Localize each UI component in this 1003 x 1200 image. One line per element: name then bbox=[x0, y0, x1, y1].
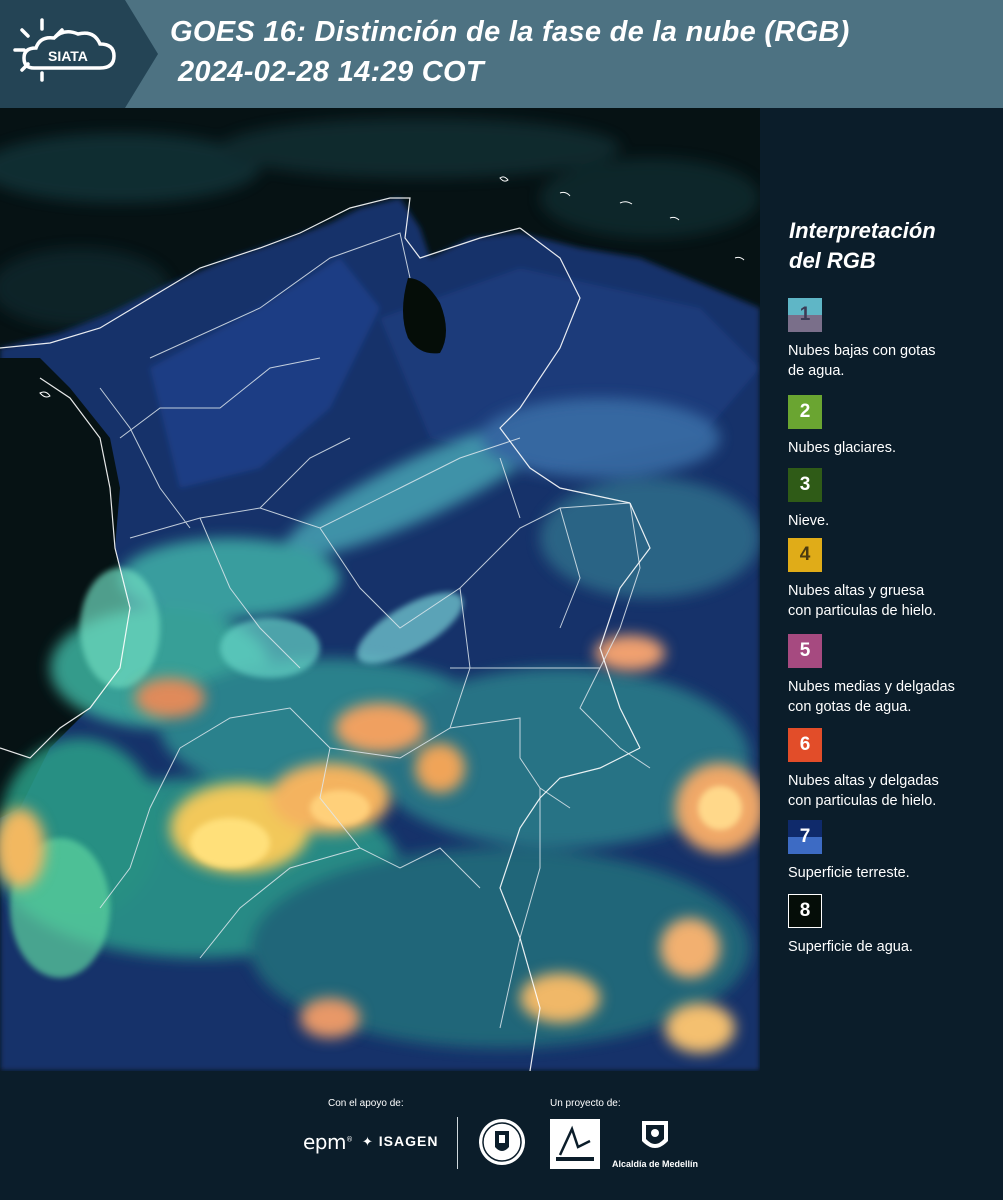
legend-label-5: Nubes medias y delgadas con gotas de agu… bbox=[788, 677, 998, 717]
legend-swatch-7: 7 bbox=[788, 820, 822, 854]
legend-title: Interpretación del RGB bbox=[789, 216, 989, 276]
page-title: GOES 16: Distinción de la fase de la nub… bbox=[170, 16, 850, 48]
epm-logo: epm® bbox=[303, 1130, 353, 1154]
legend-swatch-5: 5 bbox=[788, 634, 822, 668]
legend-number-2: 2 bbox=[799, 401, 811, 422]
legend-label-4: Nubes altas y gruesa con particulas de h… bbox=[788, 581, 998, 621]
legend-title-line1: Interpretación bbox=[789, 218, 936, 243]
legend-swatch-4: 4 bbox=[788, 538, 822, 572]
legend-swatch-8: 8 bbox=[788, 894, 822, 928]
legend-label-8-line1: Superficie de agua. bbox=[788, 939, 913, 955]
legend-label-1: Nubes bajas con gotas de agua. bbox=[788, 341, 998, 381]
legend-item-3: 3 Nieve. bbox=[788, 468, 998, 531]
legend-item-7: 7 Superficie terreste. bbox=[788, 820, 998, 883]
legend-swatch-3: 3 bbox=[788, 468, 822, 502]
legend-label-7: Superficie terreste. bbox=[788, 863, 998, 883]
legend-title-line2: del RGB bbox=[789, 248, 876, 273]
support-label: Con el apoyo de: bbox=[328, 1098, 404, 1109]
legend-label-6-line2: con particulas de hielo. bbox=[788, 793, 937, 809]
legend-label-1-line1: Nubes bajas con gotas bbox=[788, 343, 936, 359]
legend-label-2: Nubes glaciares. bbox=[788, 438, 998, 458]
legend-swatch-6: 6 bbox=[788, 728, 822, 762]
legend-number-7: 7 bbox=[799, 826, 811, 847]
legend-item-5: 5 Nubes medias y delgadas con gotas de a… bbox=[788, 634, 998, 717]
siata-logo: SIATA bbox=[0, 0, 158, 108]
footer: Con el apoyo de: Un proyecto de: epm® ✦ … bbox=[0, 1071, 1003, 1200]
satellite-map[interactable] bbox=[0, 108, 760, 1071]
legend-label-4-line1: Nubes altas y gruesa bbox=[788, 583, 925, 599]
legend-panel: Interpretación del RGB 1 Nubes bajas con… bbox=[760, 108, 1003, 1071]
timestamp-title: 2024-02-28 14:29 COT bbox=[178, 56, 484, 88]
legend-label-3: Nieve. bbox=[788, 511, 998, 531]
epm-logo-text: epm bbox=[303, 1130, 346, 1154]
legend-label-6-line1: Nubes altas y delgadas bbox=[788, 773, 939, 789]
legend-swatch-2: 2 bbox=[788, 395, 822, 429]
legend-number-4: 4 bbox=[799, 544, 811, 565]
legend-label-1-line2: de agua. bbox=[788, 363, 845, 379]
legend-swatch-1: 1 bbox=[788, 298, 822, 332]
legend-item-4: 4 Nubes altas y gruesa con particulas de… bbox=[788, 538, 998, 621]
legend-number-5: 5 bbox=[799, 640, 811, 661]
area-metropolitana-logo-icon bbox=[550, 1119, 600, 1169]
legend-number-1: 1 bbox=[799, 304, 811, 325]
alcaldia-label: Alcaldía de Medellín bbox=[612, 1159, 699, 1169]
footer-divider bbox=[457, 1117, 458, 1169]
legend-item-8: 8 Superficie de agua. bbox=[788, 894, 998, 957]
legend-item-1: 1 Nubes bajas con gotas de agua. bbox=[788, 298, 998, 381]
legend-number-8: 8 bbox=[799, 900, 811, 921]
isagen-star-icon: ✦ bbox=[362, 1134, 374, 1149]
legend-label-3-line1: Nieve. bbox=[788, 513, 830, 529]
alcaldia-shield-icon bbox=[642, 1121, 668, 1148]
legend-label-8: Superficie de agua. bbox=[788, 937, 998, 957]
legend-label-5-line1: Nubes medias y delgadas bbox=[788, 679, 955, 695]
legend-label-4-line2: con particulas de hielo. bbox=[788, 603, 937, 619]
isagen-logo: ✦ ISAGEN bbox=[362, 1133, 438, 1150]
legend-label-7-line1: Superficie terreste. bbox=[788, 865, 910, 881]
medellin-seal-icon bbox=[479, 1119, 525, 1165]
legend-number-3: 3 bbox=[799, 474, 811, 495]
header-bar: SIATA GOES 16: Distinción de la fase de … bbox=[0, 0, 1003, 108]
project-label: Un proyecto de: bbox=[550, 1098, 621, 1109]
legend-number-6: 6 bbox=[799, 734, 811, 755]
legend-label-5-line2: con gotas de agua. bbox=[788, 699, 912, 715]
legend-label-2-line1: Nubes glaciares. bbox=[788, 440, 896, 456]
siata-logo-text: SIATA bbox=[48, 48, 88, 64]
isagen-logo-text: ISAGEN bbox=[378, 1133, 439, 1149]
legend-label-6: Nubes altas y delgadas con particulas de… bbox=[788, 771, 998, 811]
legend-item-2: 2 Nubes glaciares. bbox=[788, 395, 998, 458]
legend-item-6: 6 Nubes altas y delgadas con particulas … bbox=[788, 728, 998, 811]
